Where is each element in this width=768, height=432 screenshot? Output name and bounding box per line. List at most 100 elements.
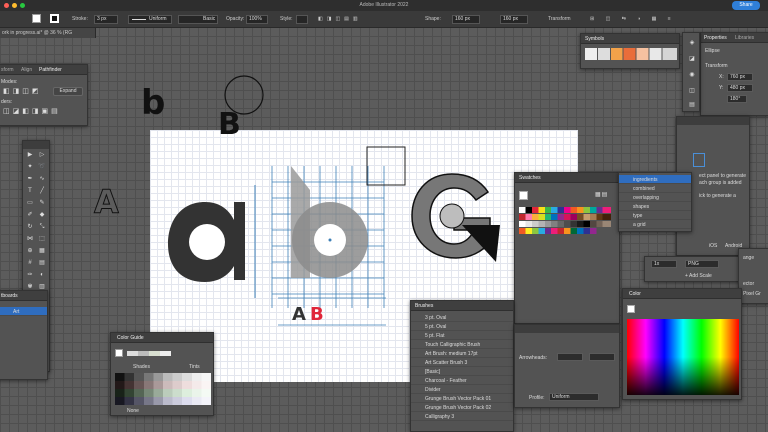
brush-row[interactable]: Divider xyxy=(411,385,513,394)
tab-artboards[interactable]: tboards xyxy=(1,293,18,299)
layer-row-ingredients[interactable]: ingredients xyxy=(619,175,691,184)
brush-value: Basic xyxy=(203,16,216,22)
direct-selection-tool-icon[interactable]: ▷ xyxy=(38,151,46,159)
curvature-tool-icon[interactable]: ∿ xyxy=(38,175,46,183)
brush-row[interactable]: [Basic] xyxy=(411,367,513,376)
shape-width-field[interactable]: 160 px xyxy=(452,15,480,24)
selection-tool-icon[interactable]: ▶ xyxy=(26,151,34,159)
stroke-weight-field[interactable]: 3 px xyxy=(94,15,118,24)
paintbrush-tool-icon[interactable]: ✎ xyxy=(38,199,46,207)
lasso-tool-icon[interactable]: ➰ xyxy=(38,163,46,171)
tab-pathfinder[interactable]: Pathfinder xyxy=(39,67,62,73)
tab-color[interactable]: Color xyxy=(629,291,641,297)
brush-row[interactable]: Art Scatter Brush 3 xyxy=(411,358,513,367)
expand-button[interactable]: Expand xyxy=(53,87,83,96)
gradient-tool-icon[interactable]: ▤ xyxy=(38,259,46,267)
symbol-thumbnails[interactable] xyxy=(585,48,677,60)
dock-icon-3[interactable]: ◉ xyxy=(688,71,696,79)
eraser-tool-icon[interactable]: ◆ xyxy=(38,211,46,219)
brush-row[interactable]: Calligraphy 3 xyxy=(411,412,513,421)
layer-row-combined[interactable]: combined xyxy=(619,184,691,193)
tab-transform[interactable]: sform xyxy=(1,67,14,73)
tab-symbols[interactable]: Symbols xyxy=(585,36,604,42)
stroke-profile-dropdown[interactable]: Uniform xyxy=(128,15,172,24)
pen-tool-icon[interactable]: ✒ xyxy=(26,175,34,183)
magic-wand-tool-icon[interactable]: ✦ xyxy=(26,163,34,171)
tab-brushes[interactable]: Brushes xyxy=(415,303,433,309)
arrowhead-start-dropdown[interactable] xyxy=(557,353,583,361)
mesh-tool-icon[interactable]: # xyxy=(26,259,34,267)
tab-align[interactable]: Align xyxy=(21,67,32,73)
harmony-base-swatch[interactable] xyxy=(115,349,123,357)
perspective-grid-tool-icon[interactable]: ▦ xyxy=(38,247,46,255)
layer-row-shapes[interactable]: shapes xyxy=(619,202,691,211)
angle-field[interactable]: 180° xyxy=(727,95,747,103)
add-scale-button[interactable]: + Add Scale xyxy=(685,273,712,279)
rotate-tool-icon[interactable]: ↻ xyxy=(26,223,34,231)
type-tool-icon[interactable]: T xyxy=(26,187,34,195)
control-bar-extra-icons[interactable]: ⊞ ◫ ⇆ ◑ ▦ ≡ xyxy=(590,15,676,24)
layer-row-type[interactable]: type xyxy=(619,211,691,220)
layer-row-a-grid[interactable]: a grid xyxy=(619,220,691,229)
dock-icon-5[interactable]: ▤ xyxy=(688,101,696,109)
shaper-tool-icon[interactable]: ✐ xyxy=(26,211,34,219)
brush-row[interactable]: Charcoal - Feather xyxy=(411,376,513,385)
arrowhead-end-dropdown[interactable] xyxy=(589,353,615,361)
swatches-view-icons[interactable]: ▦▤ xyxy=(595,191,608,198)
layer-name: overlapping xyxy=(633,195,659,201)
artboard-row[interactable]: Art xyxy=(0,307,47,316)
tab-color-guide[interactable]: Color Guide xyxy=(117,335,144,341)
align-icons[interactable]: ◧◨◫▤▥ xyxy=(318,15,362,24)
rectangle-tool-icon[interactable]: ▭ xyxy=(26,199,34,207)
free-transform-tool-icon[interactable]: ⬚ xyxy=(38,235,46,243)
export-format-dropdown[interactable]: PNG xyxy=(685,260,719,268)
brush-row[interactable]: Grunge Brush Vector Pack 02 xyxy=(411,403,513,412)
layer-row-overlapping[interactable]: overlapping xyxy=(619,193,691,202)
export-scale-dropdown[interactable]: 1x xyxy=(651,260,677,268)
shape-label: Shape: xyxy=(425,16,441,22)
eyedropper-tool-icon[interactable]: ✑ xyxy=(26,271,34,279)
color-guide-grid[interactable] xyxy=(115,373,211,405)
color-spectrum[interactable] xyxy=(627,319,739,395)
transform-label[interactable]: Transform xyxy=(548,15,571,24)
shape-mode-buttons[interactable]: ◧◨◫◩ xyxy=(3,87,41,95)
shape-builder-tool-icon[interactable]: ⊕ xyxy=(26,247,34,255)
brush-row[interactable]: 3 pt. Oval xyxy=(411,313,513,322)
platform-ios[interactable]: iOS xyxy=(709,243,717,249)
brush-row[interactable]: 5 pt. Flat xyxy=(411,331,513,340)
brush-name: 3 pt. Oval xyxy=(425,315,447,321)
style-dropdown[interactable] xyxy=(296,15,308,24)
brush-dropdown[interactable]: Basic xyxy=(178,15,218,24)
tab-properties[interactable]: Properties xyxy=(704,35,727,41)
stroke-swatch[interactable] xyxy=(50,14,59,23)
opacity-field[interactable]: 100% xyxy=(246,15,268,24)
tab-libraries[interactable]: Libraries xyxy=(735,35,754,41)
brush-row[interactable]: Touch Calligraphic Brush xyxy=(411,340,513,349)
symbols-panel-tabs: Symbols xyxy=(581,34,679,44)
brush-row[interactable]: Art Brush: medium 17pt xyxy=(411,349,513,358)
dock-icon-4[interactable]: ◫ xyxy=(688,87,696,95)
dock-icon-1[interactable]: ◈ xyxy=(688,39,696,47)
swatch-grid[interactable] xyxy=(519,207,611,247)
x-field[interactable]: 760 px xyxy=(727,73,753,81)
tab-swatches[interactable]: Swatches xyxy=(519,175,541,181)
scale-tool-icon[interactable]: ⤡ xyxy=(38,223,46,231)
pathfinder-buttons[interactable]: ◫◪◧◨▣▤ xyxy=(3,107,61,115)
side-option-strip: ange ector Pixel Gr xyxy=(738,248,768,304)
fill-swatch[interactable] xyxy=(32,14,41,23)
dock-icon-2[interactable]: ◪ xyxy=(688,55,696,63)
profile-dropdown[interactable]: Uniform xyxy=(549,393,599,401)
blend-tool-icon[interactable]: ◐ xyxy=(38,271,46,279)
line-tool-icon[interactable]: ╱ xyxy=(38,187,46,195)
brush-row[interactable]: 5 pt. Oval xyxy=(411,322,513,331)
width-tool-icon[interactable]: ⋈ xyxy=(26,235,34,243)
brush-row[interactable]: Grunge Brush Vector Pack 01 xyxy=(411,394,513,403)
harmony-rule-swatches[interactable] xyxy=(127,351,171,356)
brush-name: Art Brush: medium 17pt xyxy=(425,351,478,357)
shape-height-field[interactable]: 160 px xyxy=(500,15,528,24)
y-field[interactable]: 480 px xyxy=(727,84,753,92)
swatches-fill-indicator[interactable] xyxy=(519,191,528,200)
document-tab[interactable]: ork in progress.ai* @ 36 % (RG xyxy=(0,28,96,38)
color-none-swatch[interactable] xyxy=(627,305,635,313)
share-button[interactable]: Share xyxy=(732,1,760,10)
